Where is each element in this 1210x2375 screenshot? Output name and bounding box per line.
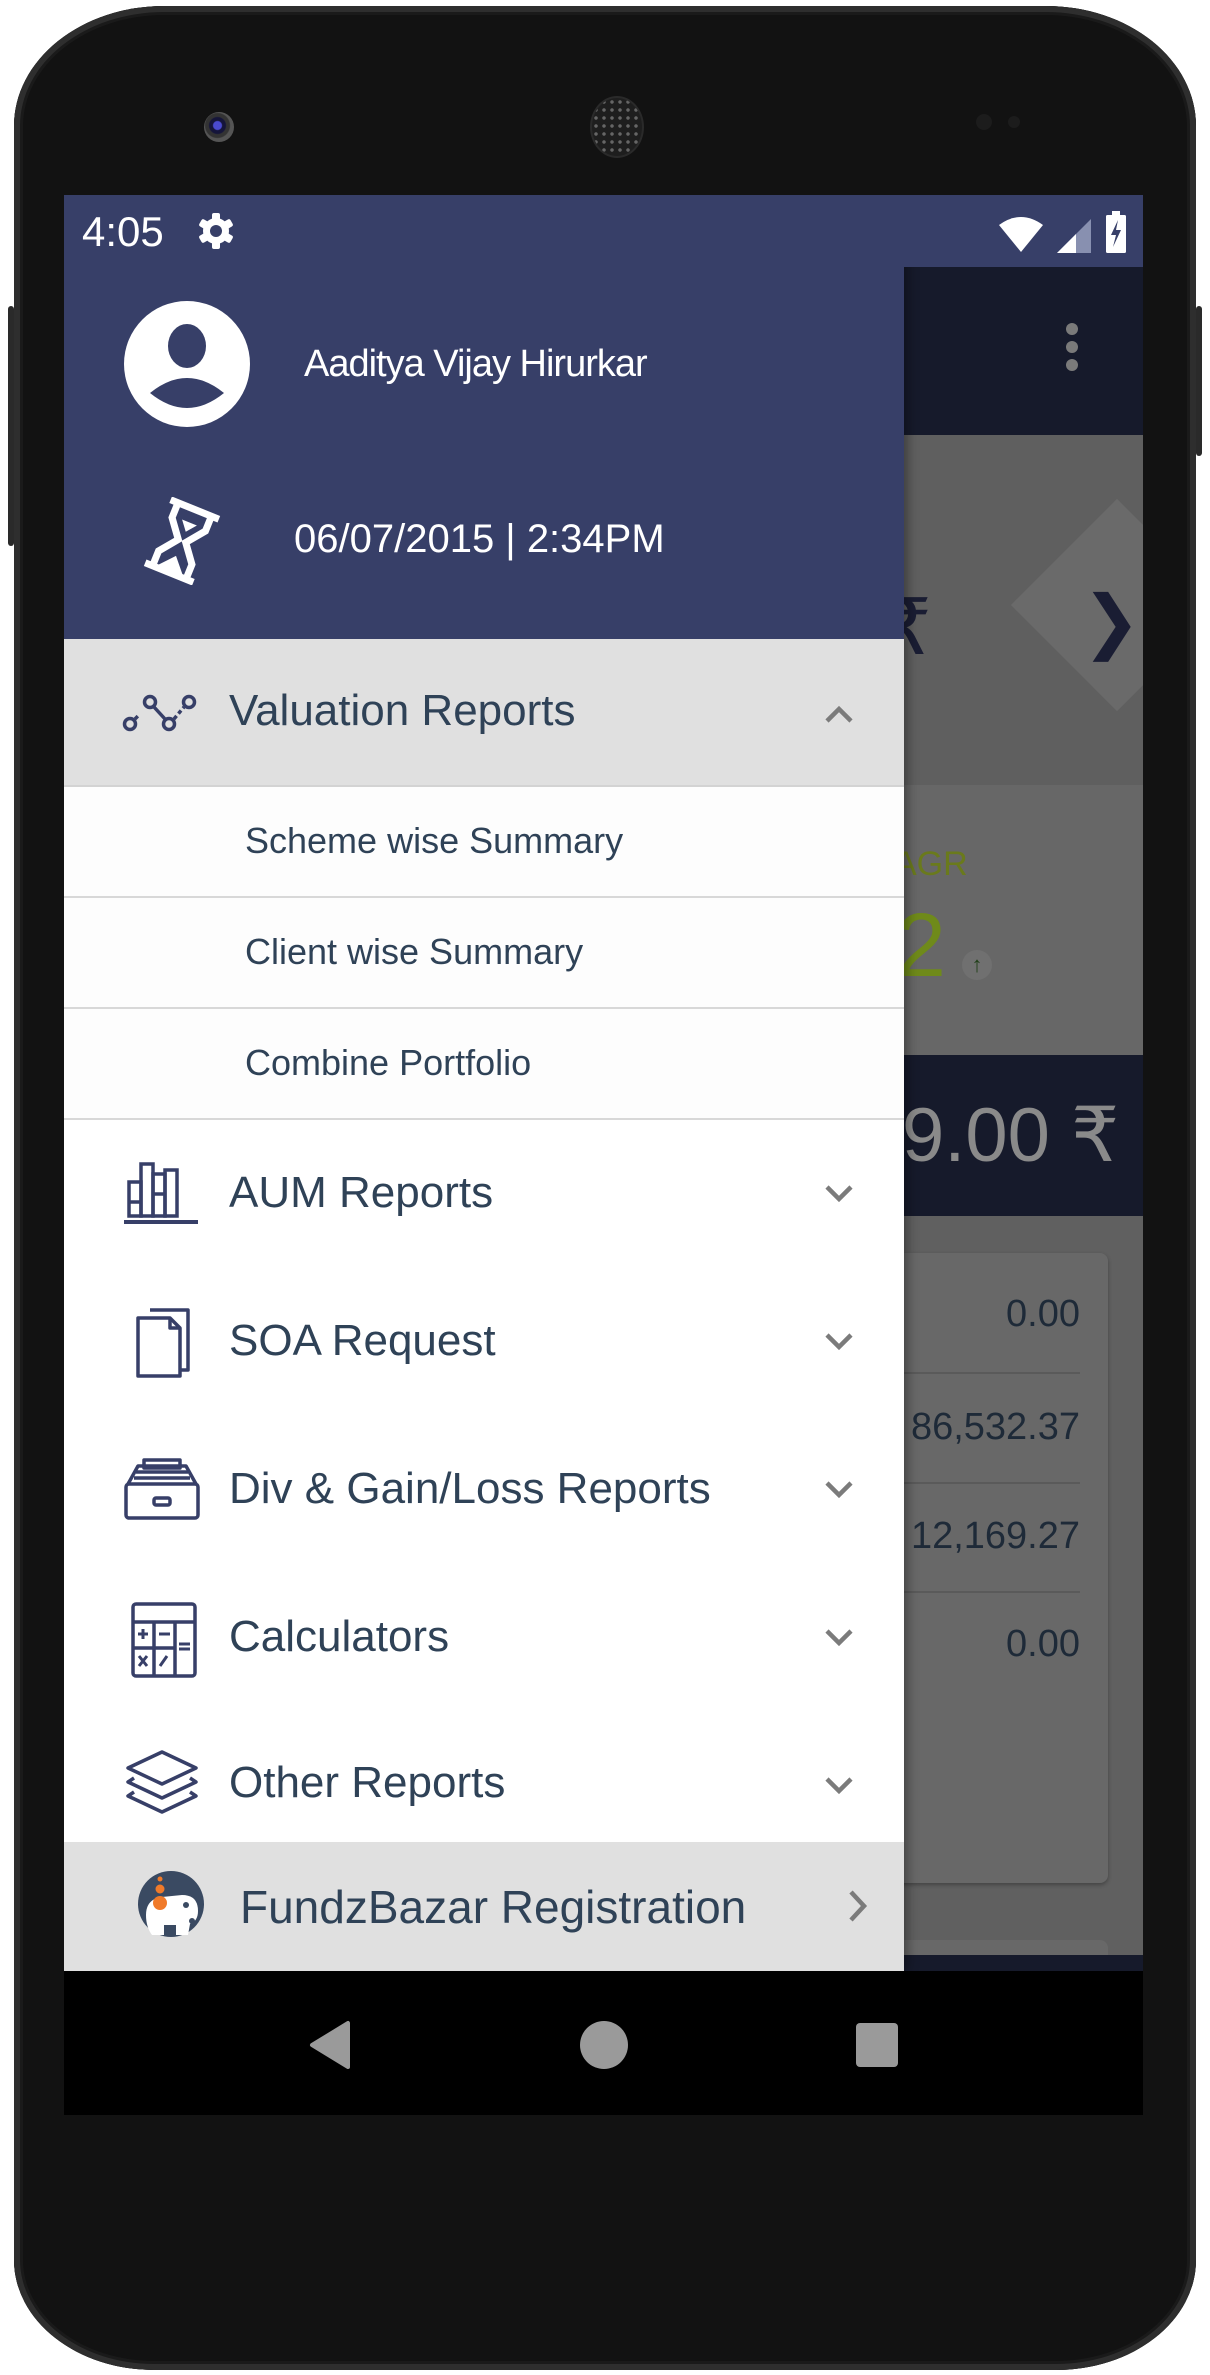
signal-icon [1057, 219, 1091, 253]
summary-row-value: 86,532.37 [910, 1406, 1080, 1448]
menu-item-calculators[interactable]: Calculators [64, 1564, 904, 1712]
front-camera [204, 112, 234, 142]
menu-item-label: Div & Gain/Loss Reports [229, 1464, 711, 1513]
submenu-item-scheme-wise-summary[interactable]: Scheme wise Summary [64, 787, 904, 898]
power-button [8, 306, 14, 546]
proximity-sensor [976, 114, 992, 130]
light-sensor [1008, 116, 1020, 128]
inbox-tray-icon [122, 1458, 202, 1522]
divider [884, 1372, 1080, 1374]
status-bar: 4:05 [64, 195, 1143, 267]
submenu-item-label: Scheme wise Summary [245, 820, 624, 861]
menu-item-label: Other Reports [229, 1758, 506, 1807]
divider [884, 1482, 1080, 1484]
screen: ❯ ₹ AGR 2 ↑ 9.00 ₹ 0.00 86,532.37 12,169… [64, 195, 1143, 2115]
chevron-down-icon[interactable] [822, 1768, 856, 1802]
documents-icon [122, 1306, 202, 1380]
fundzbazar-logo-icon [138, 1871, 204, 1937]
chevron-down-icon[interactable] [822, 1324, 856, 1358]
layers-icon [122, 1748, 202, 1818]
system-navigation-bar [64, 1971, 1143, 2115]
summary-card: 0.00 86,532.37 12,169.27 0.00 [884, 1253, 1108, 1883]
submenu-item-label: Combine Portfolio [245, 1042, 532, 1083]
bar-chart-icon [122, 1162, 202, 1224]
menu-item-soa-request[interactable]: SOA Request [64, 1268, 904, 1416]
overflow-menu-icon[interactable] [1054, 317, 1090, 387]
up-arrow-icon: ↑ [962, 950, 992, 980]
menu-item-label: SOA Request [229, 1316, 496, 1365]
status-time: 4:05 [82, 208, 164, 255]
fundzbazar-registration-button[interactable]: FundzBazar Registration [64, 1842, 904, 1971]
summary-row-value: 0.00 [1006, 1623, 1080, 1665]
submenu-item-client-wise-summary[interactable]: Client wise Summary [64, 898, 904, 1009]
volume-button [1196, 306, 1202, 456]
battery-charging-icon [1106, 211, 1126, 253]
cagr-label: AGR [894, 845, 968, 883]
chevron-right-icon [849, 1890, 868, 1922]
user-icon [150, 324, 224, 408]
chevron-up-icon[interactable] [822, 697, 856, 731]
chevron-down-icon[interactable] [822, 1176, 856, 1210]
summary-row-value: 12,169.27 [910, 1515, 1080, 1557]
menu-item-label: Valuation Reports [229, 686, 576, 735]
back-button[interactable] [304, 2017, 356, 2073]
menu-item-aum-reports[interactable]: AUM Reports [64, 1120, 904, 1268]
home-button[interactable] [576, 2017, 632, 2073]
gear-icon [199, 213, 233, 249]
menu-item-valuation-reports[interactable]: Valuation Reports [64, 639, 904, 787]
fundzbazar-label: FundzBazar Registration [240, 1881, 747, 1933]
last-login-datetime: 06/07/2015 | 2:34PM [294, 517, 665, 561]
recents-button[interactable] [852, 2017, 902, 2073]
next-arrow-icon[interactable]: ❯ [1082, 580, 1141, 662]
menu-item-other-reports[interactable]: Other Reports [64, 1712, 904, 1842]
summary-row-value: 0.00 [1006, 1293, 1080, 1335]
wifi-icon [999, 217, 1043, 252]
chevron-down-icon[interactable] [822, 1472, 856, 1506]
navigation-drawer: Aaditya Vijay Hirurkar 06/07/2015 | 2:34… [64, 195, 904, 1971]
hourglass-icon [143, 497, 221, 585]
status-icons [997, 209, 1127, 253]
menu-item-label: Calculators [229, 1612, 450, 1661]
menu-item-label: AUM Reports [229, 1168, 494, 1217]
calculator-icon [122, 1600, 202, 1678]
submenu-item-label: Client wise Summary [245, 931, 584, 972]
menu-item-div-gain-loss-reports[interactable]: Div & Gain/Loss Reports [64, 1416, 904, 1564]
total-value: 9.00 ₹ [902, 1093, 1120, 1178]
line-chart-icon [122, 683, 202, 743]
earpiece-speaker [592, 98, 642, 156]
divider [884, 1591, 1080, 1593]
avatar[interactable] [124, 301, 250, 427]
submenu-item-combine-portfolio[interactable]: Combine Portfolio [64, 1009, 904, 1120]
user-name: Aaditya Vijay Hirurkar [304, 343, 648, 385]
chevron-down-icon[interactable] [822, 1620, 856, 1654]
